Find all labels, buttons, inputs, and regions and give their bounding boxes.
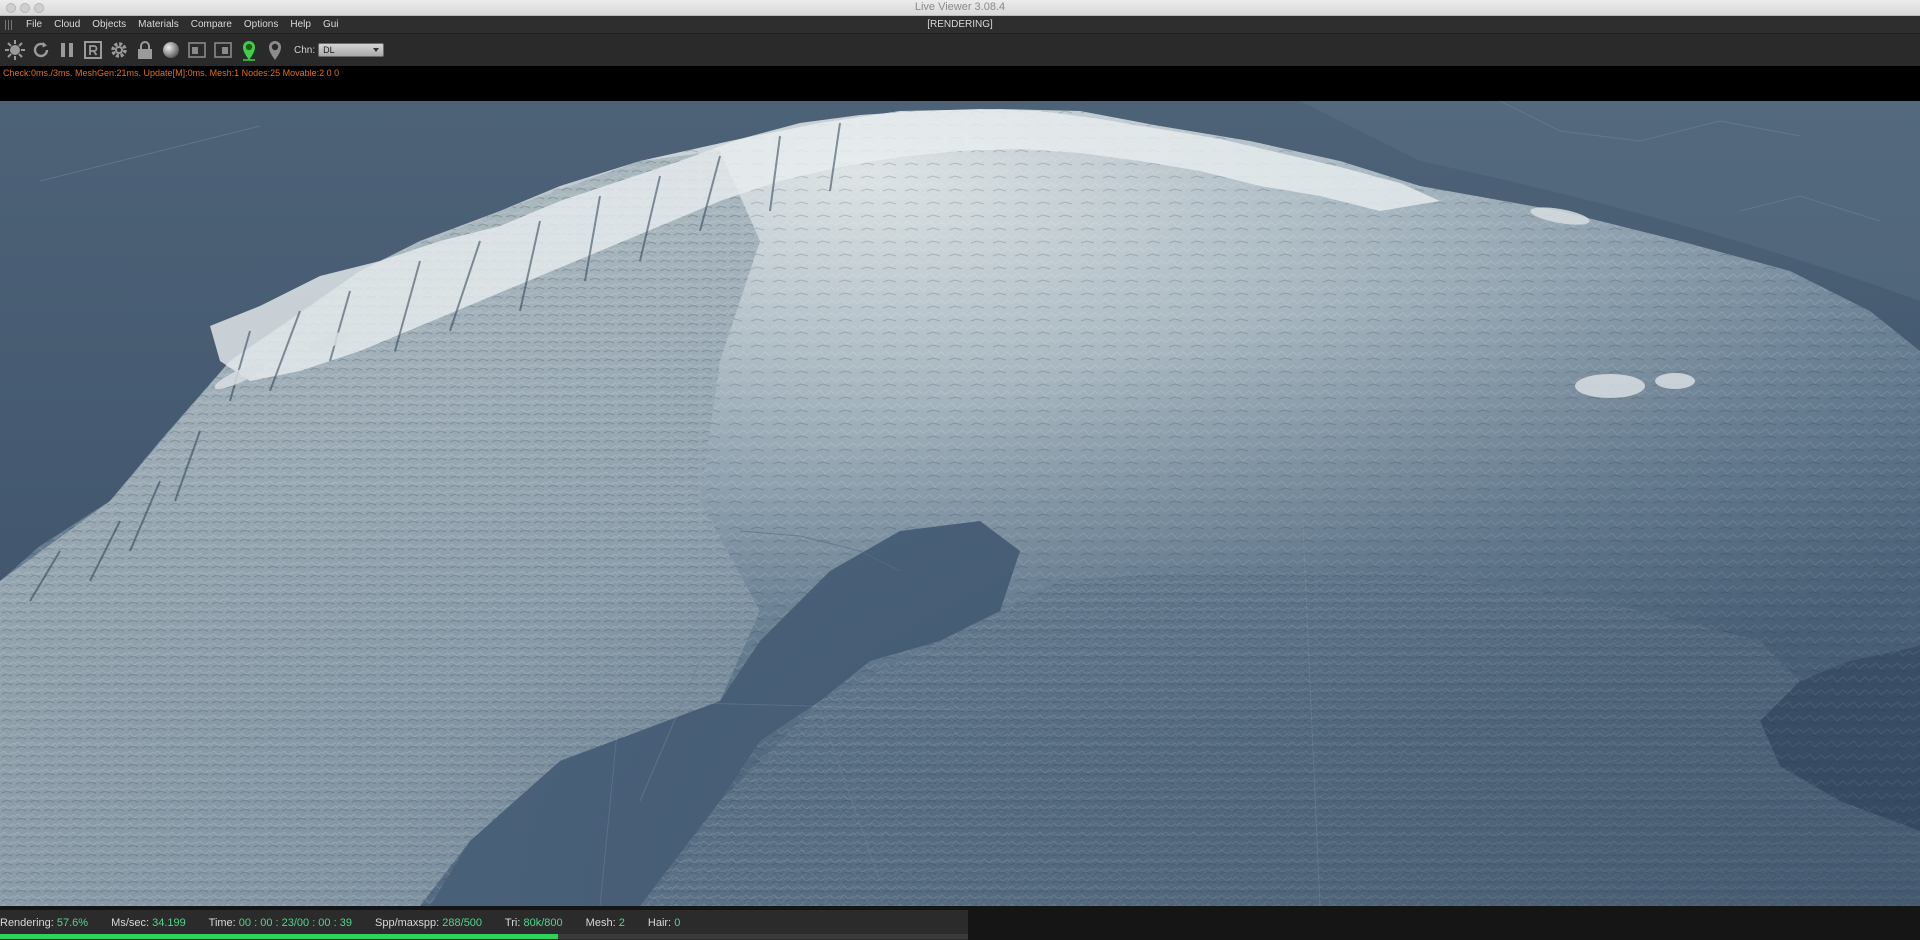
spp-value: 288/500 [442,917,483,929]
gear-icon [111,42,127,58]
chevron-down-icon [373,48,380,52]
menu-objects[interactable]: Objects [86,16,132,34]
menu-bar: [RENDERING] File Cloud Objects Materials… [0,16,1920,34]
window-title: Live Viewer 3.08.4 [914,1,1006,13]
menu-materials[interactable]: Materials [132,16,185,34]
channel-select[interactable]: DL [318,43,385,57]
mesh-stat: Mesh: 2 [586,917,625,929]
focus-pin-button[interactable] [236,36,262,64]
white-balance-pin-icon [269,41,281,60]
menu-cloud[interactable]: Cloud [48,16,86,34]
lock-button[interactable] [132,36,158,64]
sun-icon [5,40,25,60]
viewport-right-button[interactable] [210,36,236,64]
channel-value: DL [323,45,335,55]
sun-button[interactable] [2,36,28,64]
ms-sec-label: Ms/sec: [111,917,150,929]
hair-stat: Hair: 0 [648,917,680,929]
settings-button[interactable] [106,36,132,64]
rendering-stat: Rendering: 57.6% [0,917,88,929]
render-viewport[interactable] [0,101,1920,906]
menu-grip-icon [5,20,14,30]
tri-value: 80k/800 [523,917,563,929]
mesh-label: Mesh: [585,917,616,929]
rendering-label: Rendering: [0,917,54,929]
region-render-icon [84,41,102,59]
ms-sec-stat: Ms/sec: 34.199 [111,917,186,929]
render-status-panel: Rendering: 57.6% Ms/sec: 34.199 Time: 00… [0,910,968,940]
spp-stat: Spp/maxspp: 288/500 [375,917,482,929]
render-stats-text: Check:0ms./3ms. MeshGen:21ms. Update[M]:… [3,68,340,78]
pause-render-button[interactable] [54,36,80,64]
channel-label: Chn: [294,44,316,56]
white-balance-pin-button[interactable] [262,36,288,64]
tri-stat: Tri: 80k/800 [505,917,563,929]
restart-icon [33,42,49,58]
rendering-value: 57.6% [56,917,89,929]
menu-gui[interactable]: Gui [317,16,345,34]
region-render-button[interactable] [80,36,106,64]
spp-label: Spp/maxspp: [375,917,440,929]
mesh-value: 2 [618,917,625,929]
viewport-right-icon [214,42,232,58]
time-stat: Time: 00 : 00 : 23/00 : 00 : 39 [209,917,352,929]
hair-value: 0 [674,917,681,929]
render-progress-track [0,934,968,939]
status-bar: Rendering: 57.6% Ms/sec: 34.199 Time: 00… [0,906,1920,940]
menu-compare[interactable]: Compare [185,16,238,34]
stats-strip: Check:0ms./3ms. MeshGen:21ms. Update[M]:… [0,66,1920,101]
restart-render-button[interactable] [28,36,54,64]
render-progress-fill [0,934,558,939]
pause-icon [61,43,73,57]
time-value: 00 : 00 : 23/00 : 00 : 39 [238,917,352,929]
material-sphere-icon [163,42,179,58]
lock-icon [138,41,152,59]
tri-label: Tri: [504,917,521,929]
menu-file[interactable]: File [20,16,48,34]
menu-help[interactable]: Help [284,16,317,34]
material-preview-button[interactable] [158,36,184,64]
time-label: Time: [208,917,236,929]
ms-sec-value: 34.199 [152,917,186,929]
toolbar: Chn: DL [0,34,1920,66]
focus-pin-icon [243,41,255,61]
viewport-left-icon [188,42,206,58]
window-titlebar: Live Viewer 3.08.4 [0,0,1920,16]
hair-label: Hair: [647,917,672,929]
menu-options[interactable]: Options [238,16,284,34]
viewport-left-button[interactable] [184,36,210,64]
